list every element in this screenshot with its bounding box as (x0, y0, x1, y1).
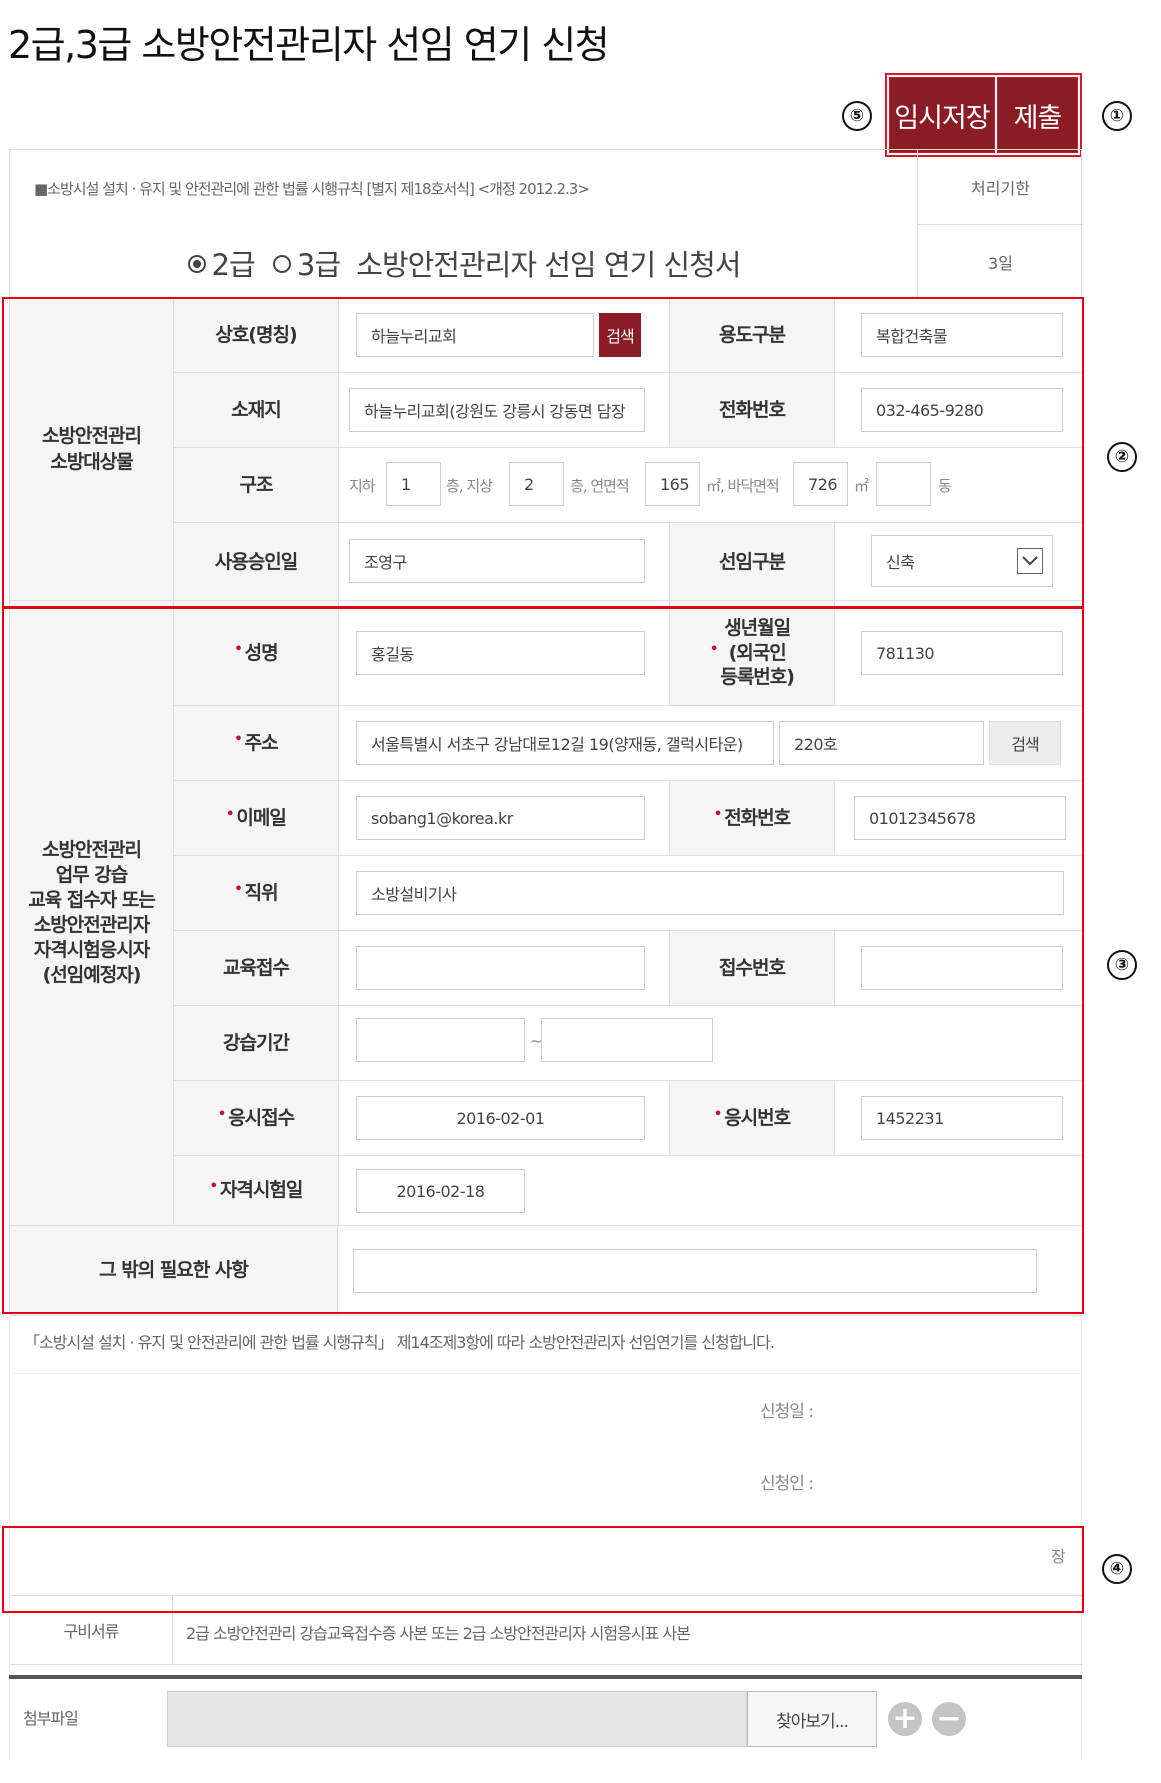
appointee-group-label: 소방안전관리 업무 강습 교육 접수자 또는 소방안전관리자 자격시험응시자 (… (10, 601, 174, 1226)
grade-2-radio[interactable] (187, 255, 206, 273)
attachment-file-path[interactable] (167, 1691, 747, 1747)
person-row-education: 교육접수 접수번호 (173, 931, 1083, 1006)
person-row-position: • 직위 소방설비기사 (173, 856, 1083, 931)
processing-period-value: 3일 (918, 224, 1083, 298)
target-group-label: 소방안전관리 소방대상물 (10, 298, 174, 601)
processing-period-label: 처리기한 (971, 179, 1030, 198)
receipt-number-input[interactable] (861, 946, 1063, 990)
remove-file-icon[interactable]: − (932, 1702, 966, 1736)
period-from-input[interactable] (356, 1018, 525, 1062)
usage-input[interactable]: 복합건축물 (861, 313, 1063, 357)
address-search-button[interactable]: 검색 (989, 721, 1061, 765)
other-notes-input[interactable] (353, 1249, 1037, 1293)
attachment-row: 첨부파일 찾아보기... + − (9, 1665, 1082, 1747)
action-buttons: 임시저장 제출 (885, 73, 1082, 157)
target-building-section: 소방안전관리 소방대상물 상호(명칭) 하늘누리교회 검색 용도구분 복합건축물… (9, 297, 1083, 601)
apply-date-label: 신청일 : (760, 1402, 814, 1422)
seal-label: 장 (1051, 1547, 1066, 1566)
person-row-email: • 이메일 sobang1@korea.kr • 전화번호 01012345678 (173, 781, 1083, 856)
approval-date-input[interactable]: 조영구 (349, 539, 645, 583)
browse-button[interactable]: 찾아보기... (747, 1691, 877, 1747)
marker-5: ⑤ (842, 101, 872, 131)
other-notes-row: 그 밖의 필요한 사항 (10, 1226, 1083, 1316)
building-count-input[interactable] (876, 462, 931, 506)
marker-3: ③ (1107, 950, 1137, 980)
target-row-structure: 구조 지하 1 층, 지상 2 층, 연면적 165 ㎡, 바닥면적 726 ㎡… (173, 448, 1083, 523)
name-search-button[interactable]: 검색 (599, 313, 641, 357)
target-row-approval: 사용승인일 조영구 선임구분 신축 (173, 523, 1083, 601)
chevron-down-icon[interactable] (1017, 548, 1043, 574)
birth-date-input[interactable]: 781130 (861, 631, 1063, 675)
documents-row: 구비서류 2급 소방안전관리 강습교육접수증 사본 또는 2급 소방안전관리자 … (10, 1595, 1083, 1665)
appointee-section: 소방안전관리 업무 강습 교육 접수자 또는 소방안전관리자 자격시험응시자 (… (9, 600, 1083, 1316)
appointee-name-input[interactable]: 홍길동 (356, 631, 645, 675)
above-floors-input[interactable]: 2 (509, 462, 564, 506)
grade-3-radio[interactable] (272, 255, 291, 273)
address-detail-input[interactable]: 220호 (779, 721, 984, 765)
building-phone-input[interactable]: 032-465-9280 (861, 388, 1063, 432)
location-input[interactable]: 하늘누리교회(강원도 강릉시 강동면 담장 (349, 388, 645, 432)
declaration-text: 「소방시설 설치 · 유지 및 안전관리에 관한 법률 시행규칙」 제14조제3… (24, 1333, 775, 1352)
person-row-exam-date: • 자격시험일 2016-02-18 (173, 1156, 1083, 1226)
exam-registration-input[interactable]: 2016-02-01 (356, 1096, 645, 1140)
position-input[interactable]: 소방설비기사 (356, 871, 1064, 915)
floor-area-input[interactable]: 726 (793, 462, 848, 506)
exam-number-input[interactable]: 1452231 (861, 1096, 1063, 1140)
appointee-phone-input[interactable]: 01012345678 (854, 796, 1066, 840)
total-area-input[interactable]: 165 (645, 462, 700, 506)
education-input[interactable] (356, 946, 645, 990)
target-row-location: 소재지 하늘누리교회(강원도 강릉시 강동면 담장 전화번호 032-465-9… (173, 373, 1083, 448)
person-row-period: 강습기간 ~ (173, 1006, 1083, 1081)
email-input[interactable]: sobang1@korea.kr (356, 796, 645, 840)
marker-4: ④ (1102, 1554, 1132, 1584)
business-name-input[interactable]: 하늘누리교회 (356, 313, 594, 357)
temp-save-button[interactable]: 임시저장 (889, 77, 995, 153)
address-input[interactable]: 서울특별시 서초구 강남대로12길 19(양재동, 갤럭시타운) (356, 721, 774, 765)
basement-floors-input[interactable]: 1 (386, 462, 441, 506)
person-row-exam: • 응시접수 2016-02-01 • 응시번호 1452231 (173, 1081, 1083, 1156)
exam-date-input[interactable]: 2016-02-18 (356, 1169, 525, 1213)
law-reference: ■소방시설 설치 · 유지 및 안전관리에 관한 법률 시행규칙 [별지 제18… (34, 180, 590, 198)
applicant-label: 신청인 : (760, 1474, 814, 1494)
person-row-address: • 주소 서울특별시 서초구 강남대로12길 19(양재동, 갤럭시타운) 220… (173, 706, 1083, 781)
required-documents-text: 2급 소방안전관리 강습교육접수증 사본 또는 2급 소방안전관리자 시험응시표… (186, 1624, 691, 1643)
form-header: ■소방시설 설치 · 유지 및 안전관리에 관한 법률 시행규칙 [별지 제18… (9, 149, 1083, 298)
add-file-icon[interactable]: + (888, 1702, 922, 1736)
submit-button[interactable]: 제출 (996, 77, 1078, 153)
person-row-name: • 성명 홍길동 • 생년월일 (외국인 등록번호) 781130 (173, 601, 1083, 706)
page-title: 2급,3급 소방안전관리자 선임 연기 신청 (8, 23, 610, 67)
marker-2: ② (1107, 442, 1137, 472)
period-to-input[interactable] (541, 1018, 713, 1062)
marker-1: ① (1102, 101, 1132, 131)
target-row-name: 상호(명칭) 하늘누리교회 검색 용도구분 복합건축물 (173, 298, 1083, 373)
document-title: 2급 3급 소방안전관리자 선임 연기 신청서 (10, 242, 918, 284)
